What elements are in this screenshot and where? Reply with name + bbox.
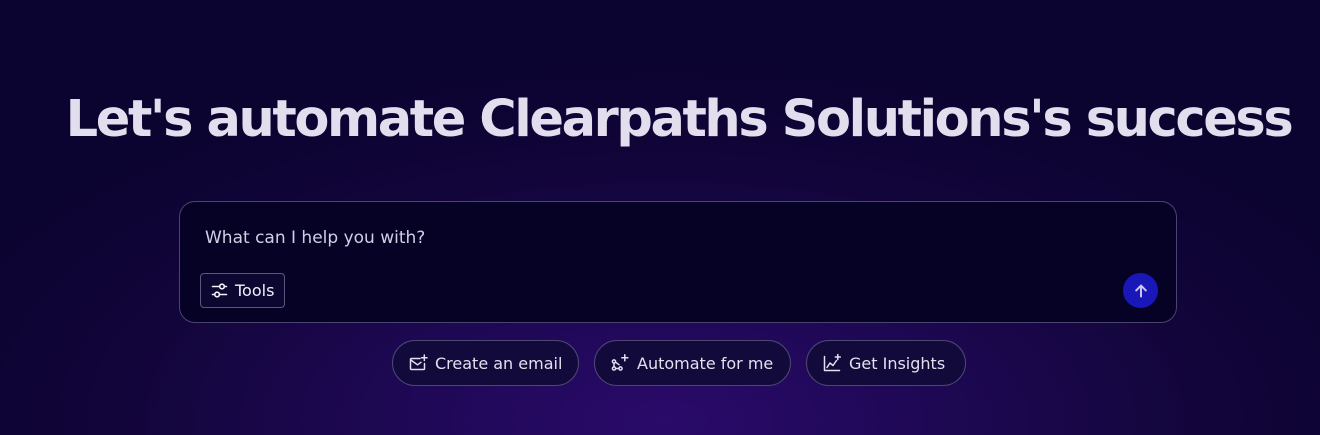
automate-for-me-button[interactable]: Automate for me: [594, 340, 791, 386]
tools-label: Tools: [235, 281, 275, 300]
prompt-input[interactable]: [205, 228, 1105, 248]
create-email-label: Create an email: [435, 353, 563, 373]
tools-button[interactable]: Tools: [200, 273, 286, 308]
prompt-box: Tools: [179, 201, 1177, 323]
automate-for-me-label: Automate for me: [637, 353, 774, 373]
get-insights-label: Get Insights: [849, 353, 946, 373]
send-button[interactable]: [1123, 273, 1158, 308]
mail-plus-icon: [408, 353, 428, 373]
workflow-sparkle-icon: [610, 353, 630, 373]
create-email-button[interactable]: Create an email: [392, 340, 579, 386]
get-insights-button[interactable]: Get Insights: [806, 340, 966, 386]
sliders-icon: [211, 282, 228, 299]
arrow-up-icon: [1133, 283, 1149, 299]
chart-sparkle-icon: [822, 353, 842, 373]
page-headline: Let's automate Clearpaths Solutions's su…: [65, 90, 1294, 149]
